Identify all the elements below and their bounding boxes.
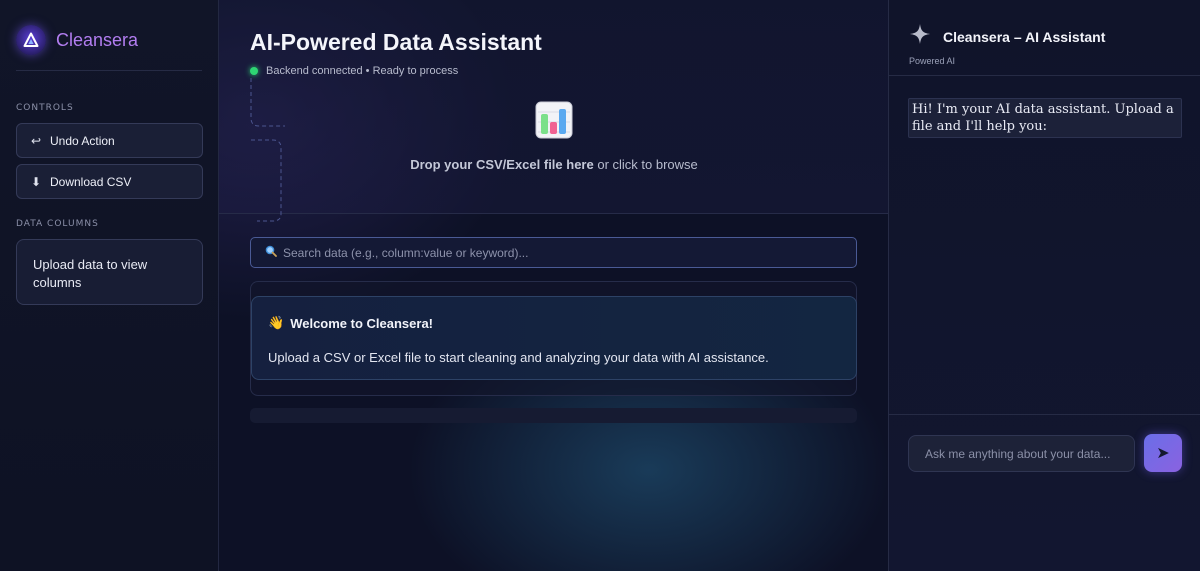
welcome-body: Upload a CSV or Excel file to start clea… [268,350,769,365]
chat-subtitle: Powered AI [909,56,956,66]
horizontal-scrollbar[interactable] [250,408,857,423]
welcome-title-row: 👋 Welcome to Cleansera! [268,315,840,331]
chat-title: Cleansera – AI Assistant [943,28,1106,45]
assistant-message: Hi! I'm your AI data assistant. Upload a… [908,98,1182,138]
chat-title-row: Cleansera – AI Assistant [909,23,1200,50]
main-content: AI-Powered Data Assistant Backend connec… [219,0,888,571]
triangle-logo-icon [16,25,46,55]
send-icon: ➤ [1156,445,1170,462]
send-button[interactable]: ➤ [1144,434,1182,472]
sparkle-icon [909,23,931,50]
undo-action-label: Undo Action [50,133,115,148]
app: Cleansera CONTROLS ↩ Undo Action ⬇ Downl… [0,0,1200,571]
welcome-card: 👋 Welcome to Cleansera! Upload a CSV or … [251,296,857,380]
brand[interactable]: Cleansera [16,24,202,56]
search-input[interactable] [283,245,843,260]
drop-zone-text: Drop your CSV/Excel file here or click t… [339,157,769,172]
drop-zone-bold: Drop your CSV/Excel file here [410,157,594,172]
chat-input[interactable] [908,435,1135,472]
status-text: Backend connected • Ready to process [266,65,459,77]
status-dot-icon [250,67,258,75]
sidebar-divider [16,70,202,71]
waving-hand-icon: 👋 [268,315,285,330]
welcome-title: Welcome to Cleansera! [290,315,433,331]
file-drop-zone[interactable]: Drop your CSV/Excel file here or click t… [339,100,769,172]
backend-status: Backend connected • Ready to process [250,65,458,77]
download-icon: ⬇ [30,174,42,189]
download-csv-label: Download CSV [50,174,132,189]
search-bar[interactable] [250,237,857,268]
sidebar: Cleansera CONTROLS ↩ Undo Action ⬇ Downl… [0,0,219,571]
page-title: AI-Powered Data Assistant [250,29,542,55]
bar-chart-icon [534,100,574,145]
undo-icon: ↩ [30,133,42,148]
decorative-dashed-path [250,78,285,222]
undo-action-button[interactable]: ↩ Undo Action [16,123,203,158]
brand-name: Cleansera [56,29,139,50]
search-icon [265,244,277,262]
controls-label: CONTROLS [16,103,74,113]
data-columns-placeholder: Upload data to view columns [16,239,203,305]
chat-panel: Cleansera – AI Assistant Powered AI Hi! … [888,0,1200,571]
download-csv-button[interactable]: ⬇ Download CSV [16,164,203,199]
main-header: AI-Powered Data Assistant Backend connec… [219,0,888,222]
chat-footer: ➤ [889,414,1200,571]
data-columns-label: DATA COLUMNS [16,219,99,229]
chat-header: Cleansera – AI Assistant Powered AI [889,0,1200,76]
drop-zone-rest: or click to browse [593,157,698,172]
